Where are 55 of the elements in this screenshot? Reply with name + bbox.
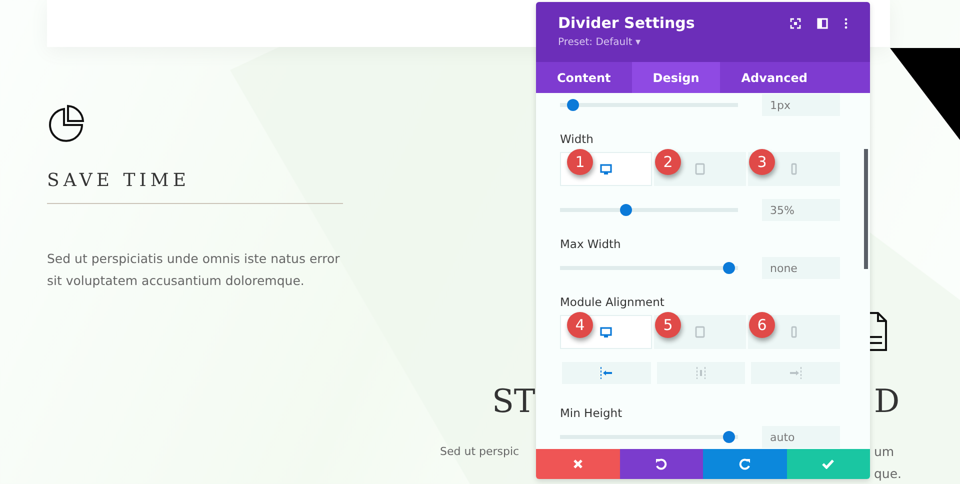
close-icon bbox=[572, 459, 583, 469]
feature-title-fragment: D bbox=[874, 382, 900, 420]
setting-label: Max Width bbox=[560, 237, 622, 251]
device-tab[interactable]: 3 bbox=[748, 152, 840, 186]
feature-text-fragment: um bbox=[874, 444, 894, 459]
panel-title: Divider Settings bbox=[558, 14, 695, 32]
device-tab[interactable]: 1 bbox=[560, 152, 652, 186]
number-badge: 6 bbox=[749, 312, 775, 338]
value-field[interactable]: 35% bbox=[762, 199, 840, 221]
redo-icon bbox=[738, 458, 751, 470]
panel-tab[interactable]: Advanced bbox=[720, 62, 828, 93]
tablet-icon bbox=[695, 163, 705, 175]
undo-button[interactable] bbox=[620, 449, 703, 479]
setting-label: Width bbox=[560, 132, 594, 146]
align-right-icon bbox=[788, 367, 803, 379]
phone-icon bbox=[791, 326, 797, 338]
more-icon bbox=[844, 18, 848, 29]
value-field[interactable]: 1px bbox=[762, 94, 840, 116]
feature-title: SAVE TIME bbox=[47, 170, 191, 191]
feature-text-fragment: Sed ut perspic bbox=[440, 445, 520, 458]
panel-tab[interactable]: Content bbox=[536, 62, 632, 93]
feature-text: Sed ut perspiciatis unde omnis iste natus error sit voluptatem accusantium doloremque. bbox=[47, 250, 341, 290]
focus-icon bbox=[790, 18, 801, 29]
slider-thumb[interactable] bbox=[722, 431, 735, 443]
preset-dropdown[interactable]: Preset: Default ▾ bbox=[558, 37, 695, 48]
feature-text-fragment: que. bbox=[874, 466, 902, 481]
slider-thumb[interactable] bbox=[722, 262, 735, 274]
number-badge: 1 bbox=[567, 149, 593, 175]
desktop-icon bbox=[600, 326, 612, 338]
value-field[interactable]: auto bbox=[762, 426, 840, 448]
align-left-icon bbox=[599, 367, 614, 379]
slider-thumb[interactable] bbox=[620, 204, 632, 216]
panel-tab[interactable]: Design bbox=[632, 62, 720, 93]
slider-thumb[interactable] bbox=[566, 99, 579, 111]
check-icon bbox=[822, 459, 834, 469]
desktop-icon bbox=[600, 164, 612, 174]
align-center-icon bbox=[694, 367, 708, 379]
phone-icon bbox=[791, 163, 797, 175]
device-tab[interactable]: 2 bbox=[654, 152, 746, 186]
device-tab[interactable]: 5 bbox=[654, 315, 746, 349]
scrollbar[interactable] bbox=[864, 149, 868, 269]
device-tab[interactable]: 4 bbox=[560, 315, 652, 349]
sidebar-icon bbox=[817, 18, 828, 29]
number-badge: 3 bbox=[749, 149, 775, 175]
value-field[interactable]: none bbox=[762, 257, 840, 279]
undo-icon bbox=[655, 458, 668, 470]
number-badge: 2 bbox=[655, 149, 681, 175]
number-badge: 4 bbox=[567, 312, 593, 338]
feature-title-fragment: ST bbox=[492, 382, 536, 420]
pie-chart-icon bbox=[47, 104, 85, 142]
number-badge: 5 bbox=[655, 312, 681, 338]
device-tab[interactable]: 6 bbox=[748, 315, 840, 349]
setting-label: Module Alignment bbox=[560, 295, 666, 309]
tablet-icon bbox=[695, 326, 705, 338]
setting-label: Min Height bbox=[560, 406, 624, 420]
